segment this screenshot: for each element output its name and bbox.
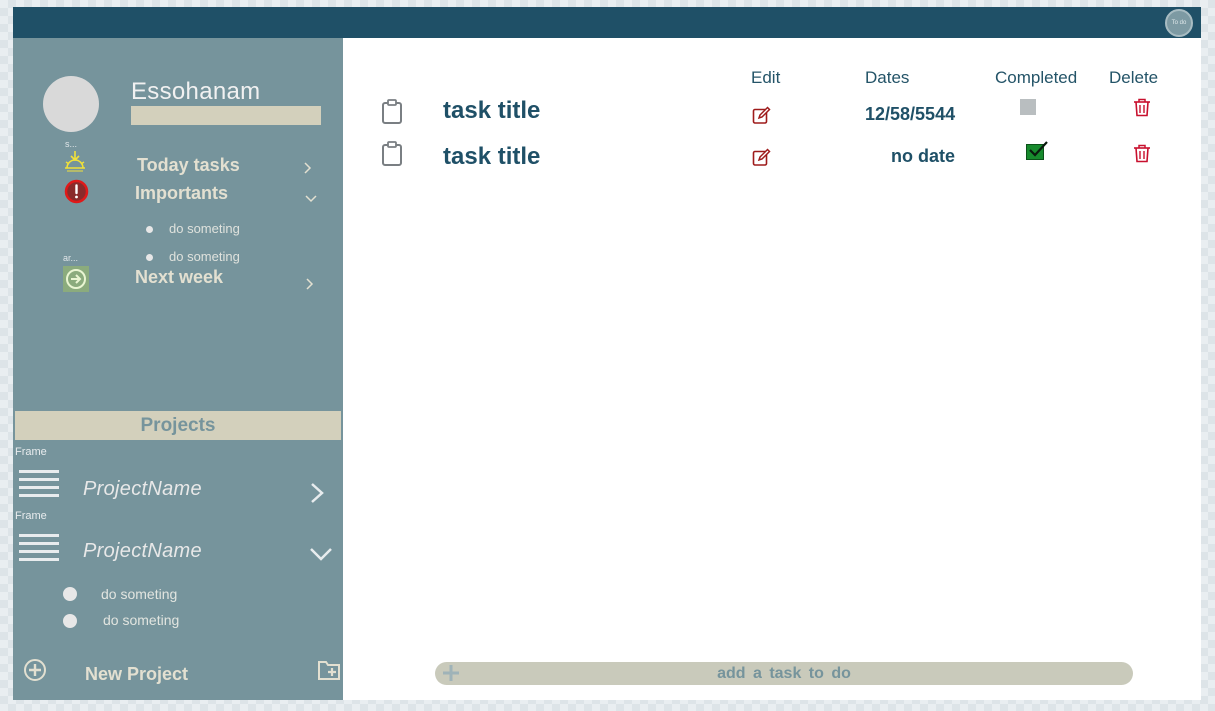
arrow-right-circle-icon [63,266,89,292]
new-project-button[interactable]: New Project [85,664,188,685]
column-header-edit: Edit [751,68,781,87]
task-title[interactable]: task title [443,143,540,171]
projects-header: Projects [15,411,341,440]
frame-label: Frame [15,446,47,458]
clipboard-icon [382,99,402,124]
trash-icon[interactable] [1133,144,1151,163]
bullet-dot [63,587,77,601]
chevron-right-icon[interactable] [303,278,315,290]
icon-caption: ar... [63,253,79,263]
completed-checkbox[interactable] [1020,99,1036,115]
chevron-down-icon[interactable] [309,546,333,562]
bullet-dot [146,254,153,261]
project-name: ProjectName [83,540,202,562]
sidebar-item-label: Importants [135,183,229,203]
trash-icon[interactable] [1133,98,1151,117]
column-header-delete: Delete [1109,68,1159,87]
sidebar: Essohanam s... Today tasks Importants do… [13,38,343,700]
avatar[interactable] [43,76,99,132]
bullet-dot [63,614,77,628]
list-item[interactable]: do someting [169,249,240,264]
chevron-right-icon[interactable] [309,482,325,504]
user-name-underline [131,106,321,125]
completed-checkbox[interactable] [1026,141,1048,160]
menu-lines-icon [19,534,59,561]
task-date: 12/58/5544 [865,104,956,124]
task-panel: Edit Dates Completed Delete task title 1… [343,38,1201,700]
exclamation-circle-icon [64,179,89,204]
sunrise-icon [65,151,85,172]
folder-plus-icon[interactable] [317,659,341,681]
top-bar: To do [13,7,1201,38]
plus-circle-icon[interactable] [23,658,47,682]
column-header-completed: Completed [995,68,1078,87]
user-name: Essohanam [131,78,261,105]
clipboard-icon [382,141,402,166]
add-task-label: add a task to do [717,665,851,682]
bullet-dot [146,226,153,233]
menu-lines-icon [19,470,59,497]
project-name: ProjectName [83,478,202,500]
list-item[interactable]: do someting [103,612,179,628]
list-item[interactable]: do someting [101,586,177,602]
chevron-right-icon[interactable] [301,162,313,174]
icon-caption: s... [65,139,78,149]
task-title[interactable]: task title [443,97,540,125]
app-logo[interactable]: To do [1165,9,1193,37]
sidebar-item-label: Today tasks [137,155,240,175]
edit-icon[interactable] [752,148,771,167]
column-header-dates: Dates [865,68,910,87]
frame-label: Frame [15,510,47,522]
list-item[interactable]: do someting [169,221,240,236]
sidebar-item-label: Next week [135,267,224,287]
add-task-button[interactable]: add a task to do [435,662,1133,685]
checkmark-icon [1029,141,1048,157]
app-window: To do Essohanam s... Today tasks Importa… [13,7,1201,700]
edit-icon[interactable] [752,106,771,125]
chevron-down-icon[interactable] [305,192,317,204]
task-date: no date [891,146,956,166]
